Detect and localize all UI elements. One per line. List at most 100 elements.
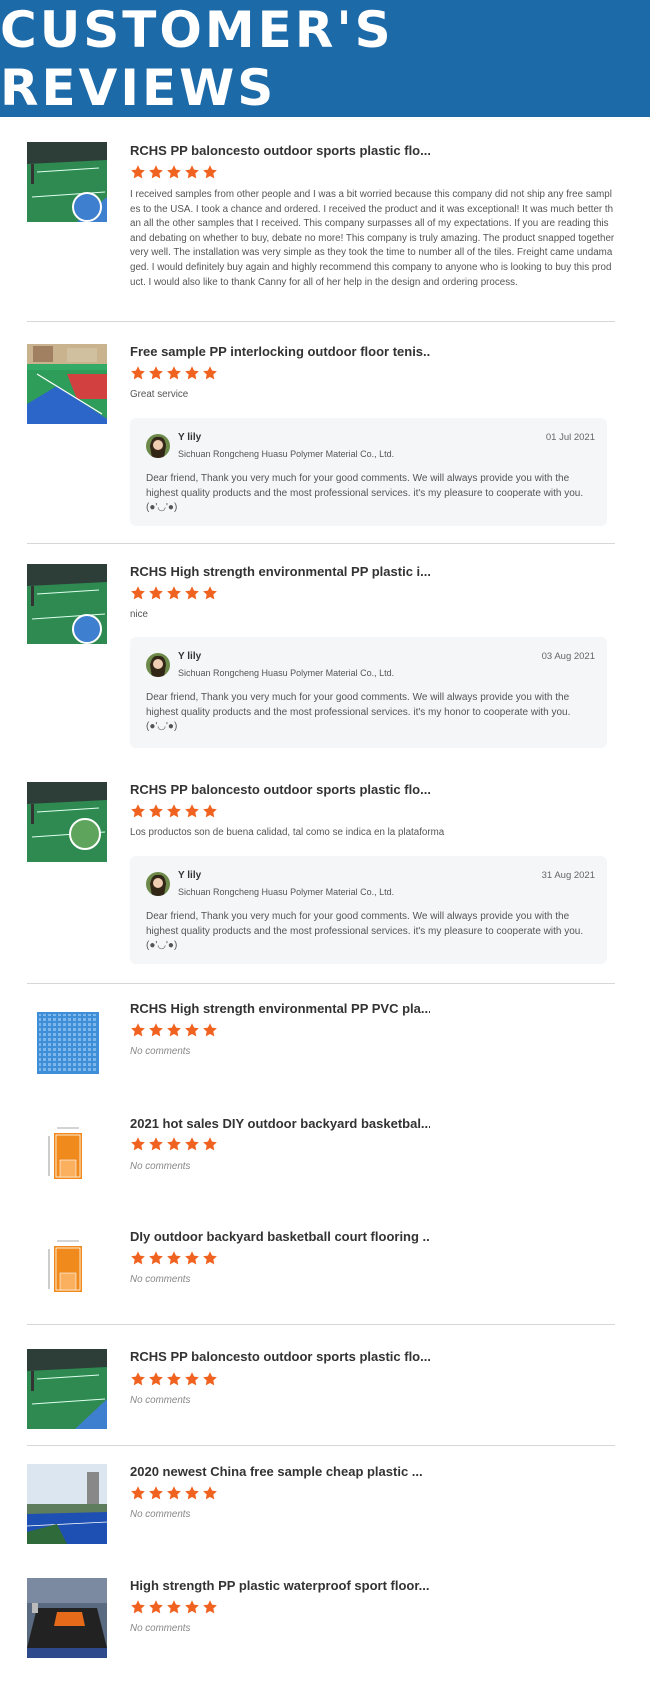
reply-author: Y lily <box>178 651 202 662</box>
star-icon <box>185 1023 199 1037</box>
product-title[interactable]: High strength PP plastic waterproof spor… <box>130 1578 430 1593</box>
star-icon <box>185 1251 199 1265</box>
review-comment: Great service <box>130 389 189 400</box>
star-icon <box>167 1600 181 1614</box>
court-green-icon <box>27 1349 107 1429</box>
court-indoor-icon <box>27 1578 107 1658</box>
rating-stars <box>130 164 218 180</box>
star-icon <box>167 1023 181 1037</box>
court-plan-icon <box>27 1229 107 1309</box>
product-thumbnail[interactable] <box>27 1578 107 1658</box>
court-plan-icon <box>27 1116 107 1196</box>
star-icon <box>167 1372 181 1386</box>
rating-stars <box>130 1371 218 1387</box>
star-icon <box>131 1486 145 1500</box>
star-icon <box>185 1372 199 1386</box>
star-icon <box>131 1137 145 1151</box>
star-icon <box>185 1137 199 1151</box>
star-icon <box>149 366 163 380</box>
star-icon <box>203 804 217 818</box>
star-icon <box>131 804 145 818</box>
reply-company: Sichuan Rongcheng Huasu Polymer Material… <box>178 449 395 459</box>
divider <box>27 1445 615 1446</box>
seller-reply: Y lily Sichuan Rongcheng Huasu Polymer M… <box>130 856 607 964</box>
reply-text: Dear friend, Thank you very much for you… <box>146 911 584 951</box>
review-comment: No comments <box>130 1623 191 1634</box>
product-thumbnail[interactable] <box>27 1116 107 1196</box>
court-green-icon <box>27 142 107 222</box>
product-thumbnail[interactable] <box>27 1002 107 1082</box>
rating-stars <box>130 1136 218 1152</box>
product-title[interactable]: 2020 newest China free sample cheap plas… <box>130 1464 430 1479</box>
star-icon <box>203 1486 217 1500</box>
star-icon <box>185 804 199 818</box>
rating-stars <box>130 1485 218 1501</box>
review-comment: I received samples from other people and… <box>130 189 615 288</box>
reply-text: Dear friend, Thank you very much for you… <box>146 692 571 732</box>
product-title[interactable]: 2021 hot sales DIY outdoor backyard bask… <box>130 1116 430 1131</box>
review-comment: No comments <box>130 1161 191 1172</box>
star-icon <box>149 1137 163 1151</box>
star-icon <box>167 165 181 179</box>
seller-reply: Y lily Sichuan Rongcheng Huasu Polymer M… <box>130 418 607 526</box>
star-icon <box>185 586 199 600</box>
review-comment: No comments <box>130 1395 191 1406</box>
star-icon <box>149 1486 163 1500</box>
reply-company: Sichuan Rongcheng Huasu Polymer Material… <box>178 887 395 897</box>
tile-blue-icon <box>27 1002 107 1082</box>
product-thumbnail[interactable] <box>27 1464 107 1544</box>
product-title[interactable]: RCHS PP baloncesto outdoor sports plasti… <box>130 1349 430 1364</box>
star-icon <box>167 1486 181 1500</box>
review-comment: No comments <box>130 1274 191 1285</box>
divider <box>27 543 615 544</box>
divider <box>27 983 615 984</box>
star-icon <box>131 366 145 380</box>
star-icon <box>131 1251 145 1265</box>
avatar <box>146 653 170 677</box>
star-icon <box>149 1023 163 1037</box>
divider <box>27 1324 615 1325</box>
star-icon <box>167 804 181 818</box>
star-icon <box>131 1023 145 1037</box>
star-icon <box>167 1251 181 1265</box>
star-icon <box>131 1600 145 1614</box>
product-thumbnail[interactable] <box>27 782 107 862</box>
product-thumbnail[interactable] <box>27 1349 107 1429</box>
product-thumbnail[interactable] <box>27 1229 107 1309</box>
rating-stars <box>130 1022 218 1038</box>
rating-stars <box>130 1599 218 1615</box>
star-icon <box>203 1023 217 1037</box>
star-icon <box>149 586 163 600</box>
review-comment: No comments <box>130 1509 191 1520</box>
product-thumbnail[interactable] <box>27 142 107 222</box>
reply-date: 01 Jul 2021 <box>545 432 595 443</box>
product-title[interactable]: RCHS High strength environmental PP plas… <box>130 564 430 579</box>
reply-date: 03 Aug 2021 <box>541 651 595 662</box>
product-thumbnail[interactable] <box>27 344 107 424</box>
star-icon <box>167 366 181 380</box>
product-title[interactable]: RCHS PP baloncesto outdoor sports plasti… <box>130 143 430 158</box>
star-icon <box>185 1486 199 1500</box>
court-green-icon <box>27 782 107 862</box>
avatar <box>146 434 170 458</box>
review-comment: nice <box>130 609 148 620</box>
star-icon <box>149 804 163 818</box>
rating-stars <box>130 803 218 819</box>
header-banner: CUSTOMER'S REVIEWS <box>0 0 650 117</box>
product-thumbnail[interactable] <box>27 564 107 644</box>
court-outdoor-icon <box>27 344 107 424</box>
review-comment: No comments <box>130 1046 191 1057</box>
product-title[interactable]: Free sample PP interlocking outdoor floo… <box>130 344 430 359</box>
star-icon <box>203 1137 217 1151</box>
court-blue-icon <box>27 1464 107 1544</box>
reply-date: 31 Aug 2021 <box>541 870 595 881</box>
star-icon <box>185 165 199 179</box>
reply-company: Sichuan Rongcheng Huasu Polymer Material… <box>178 668 395 678</box>
product-title[interactable]: RCHS High strength environmental PP PVC … <box>130 1001 430 1016</box>
star-icon <box>203 586 217 600</box>
product-title[interactable]: DIy outdoor backyard basketball court fl… <box>130 1229 430 1244</box>
star-icon <box>131 1372 145 1386</box>
star-icon <box>131 165 145 179</box>
rating-stars <box>130 365 218 381</box>
product-title[interactable]: RCHS PP baloncesto outdoor sports plasti… <box>130 782 430 797</box>
